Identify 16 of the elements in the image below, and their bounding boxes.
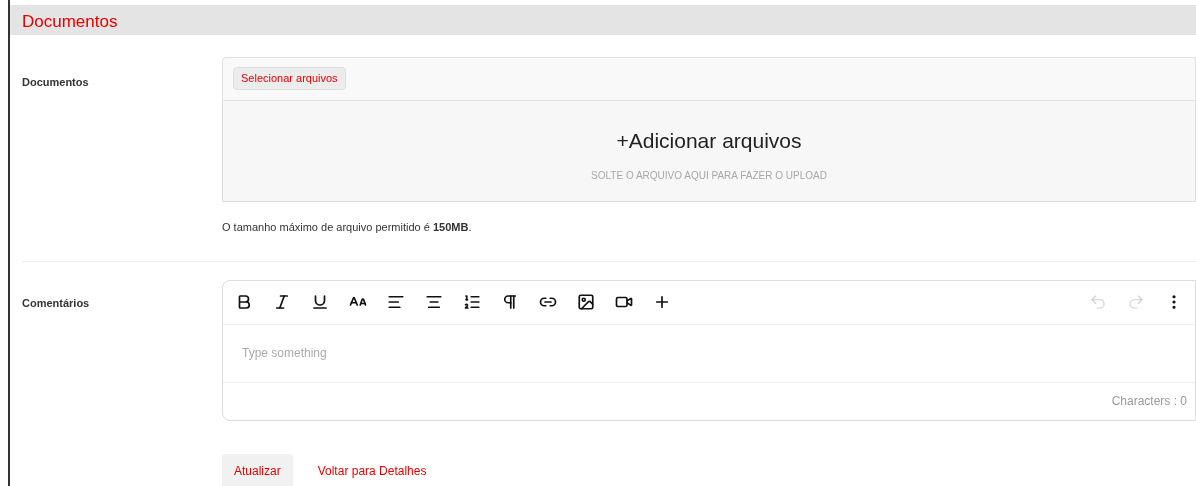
field-label: Documentos [22,75,89,88]
underline-icon[interactable] [310,292,330,312]
file-size-note: O tamanho máximo de arquivo permitido é 150MB. [222,220,472,233]
drop-title: +Adicionar arquivos [616,127,802,154]
drop-zone[interactable]: +Adicionar arquivos SOLTE O ARQUIVO AQUI PARA FAZER O UPLOAD [222,100,1196,202]
image-icon[interactable] [576,292,596,312]
back-link[interactable]: Voltar para Detalhes [305,453,439,486]
drop-hint: SOLTE O ARQUIVO AQUI PARA FAZER O UPLOAD [591,169,827,183]
field-label: Comentários [22,296,90,309]
rich-text-editor[interactable]: Type something Characters : 0 [222,279,1196,421]
update-button[interactable]: Atualizar [222,453,293,486]
numbered-list-icon[interactable] [462,292,482,312]
select-files-button[interactable]: Selecionar arquivos [233,67,346,90]
page-title: Documentos [22,11,119,33]
character-counter: Characters : 0 [1111,393,1187,410]
comment-input[interactable]: Type something [223,324,1195,383]
